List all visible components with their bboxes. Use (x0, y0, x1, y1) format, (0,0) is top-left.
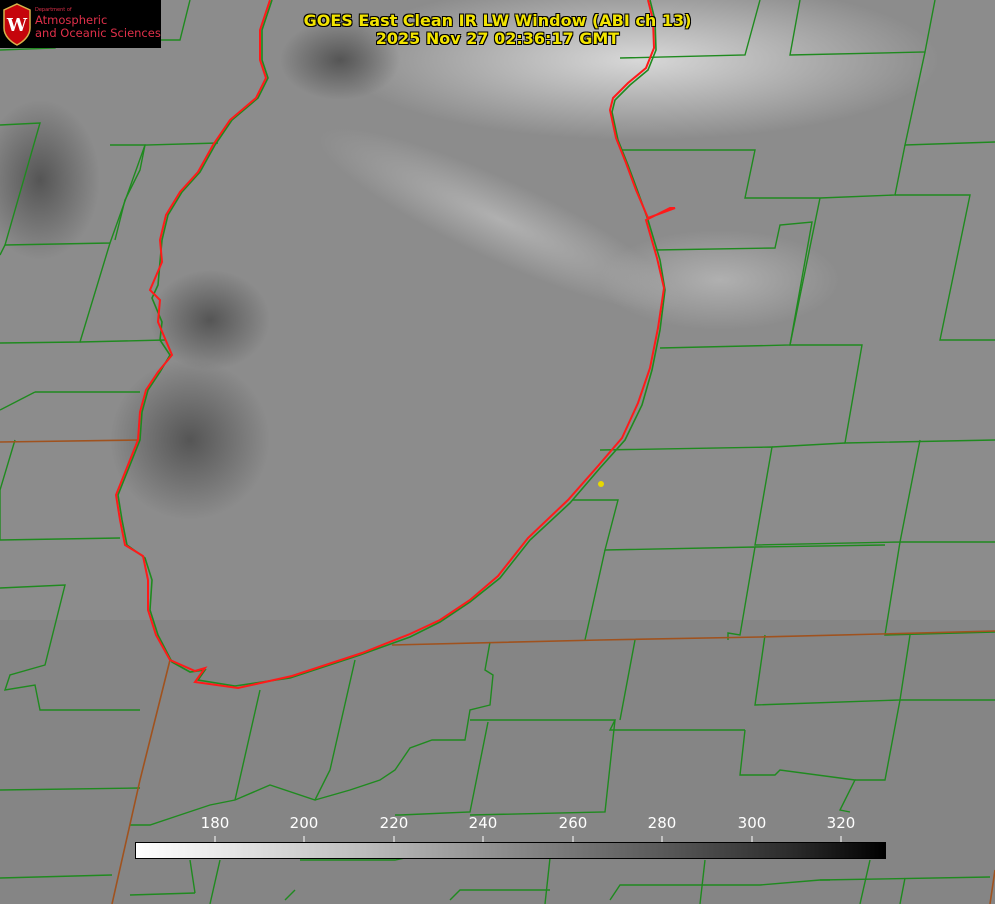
image-timestamp: 2025 Nov 27 02:36:17 GMT (375, 29, 620, 48)
colorbar-tick-label: 280 (647, 814, 677, 832)
colorbar-tick-label: 260 (558, 814, 588, 832)
image-title: GOES East Clean IR LW Window (ABI ch 13) (303, 11, 692, 30)
colorbar-tick-label: 240 (468, 814, 498, 832)
colorbar-tick-label: 220 (379, 814, 409, 832)
colorbar-tick-label: 300 (737, 814, 767, 832)
colorbar (135, 842, 886, 859)
ir-land-south (0, 620, 995, 904)
location-marker (598, 481, 604, 487)
colorbar-tick-label: 320 (826, 814, 856, 832)
satellite-map (0, 0, 995, 904)
satellite-image-view: W Department of Atmospheric and Oceanic … (0, 0, 995, 904)
colorbar-tick-label: 200 (289, 814, 319, 832)
cold-area-west2 (150, 270, 270, 370)
colorbar-tick-label: 180 (200, 814, 230, 832)
